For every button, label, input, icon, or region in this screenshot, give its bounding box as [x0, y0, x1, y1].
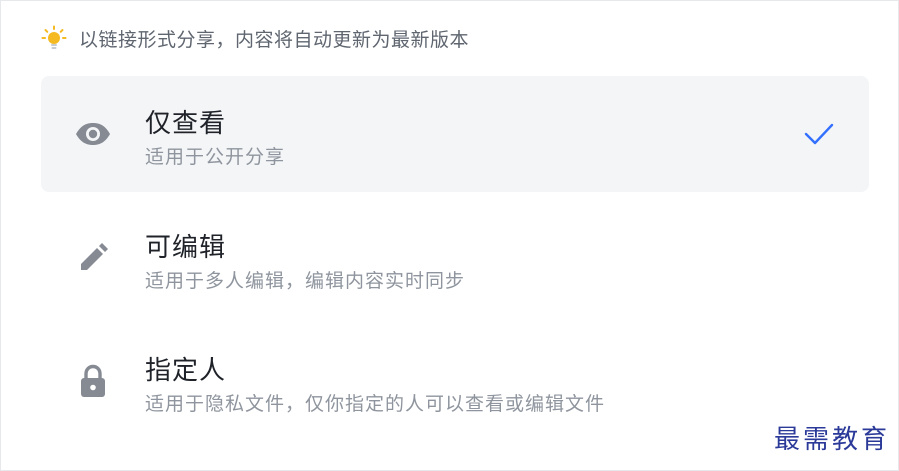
option-title: 可编辑 [145, 233, 227, 263]
share-permission-panel: 以链接形式分享，内容将自动更新为最新版本 仅查看 适用于公开分享 可编辑 适用于… [0, 0, 899, 471]
tip-text: 以链接形式分享，内容将自动更新为最新版本 [79, 28, 470, 51]
lock-icon [75, 363, 111, 399]
option-title: 指定人 [145, 356, 227, 386]
check-icon [803, 118, 835, 150]
option-view-only[interactable]: 仅查看 适用于公开分享 [41, 76, 869, 192]
option-specified-people[interactable]: 指定人 适用于隐私文件，仅你指定的人可以查看或编辑文件 [41, 323, 869, 439]
share-tip: 以链接形式分享，内容将自动更新为最新版本 [41, 23, 469, 53]
option-editable[interactable]: 可编辑 适用于多人编辑，编辑内容实时同步 [41, 200, 869, 316]
option-description: 适用于多人编辑，编辑内容实时同步 [145, 270, 466, 292]
eye-icon [75, 116, 111, 152]
pencil-icon [75, 240, 111, 276]
option-description: 适用于公开分享 [145, 146, 286, 168]
option-description: 适用于隐私文件，仅你指定的人可以查看或编辑文件 [145, 393, 606, 415]
watermark: 最需教育 [773, 425, 890, 455]
lightbulb-icon [41, 25, 67, 51]
option-title: 仅查看 [145, 109, 227, 139]
